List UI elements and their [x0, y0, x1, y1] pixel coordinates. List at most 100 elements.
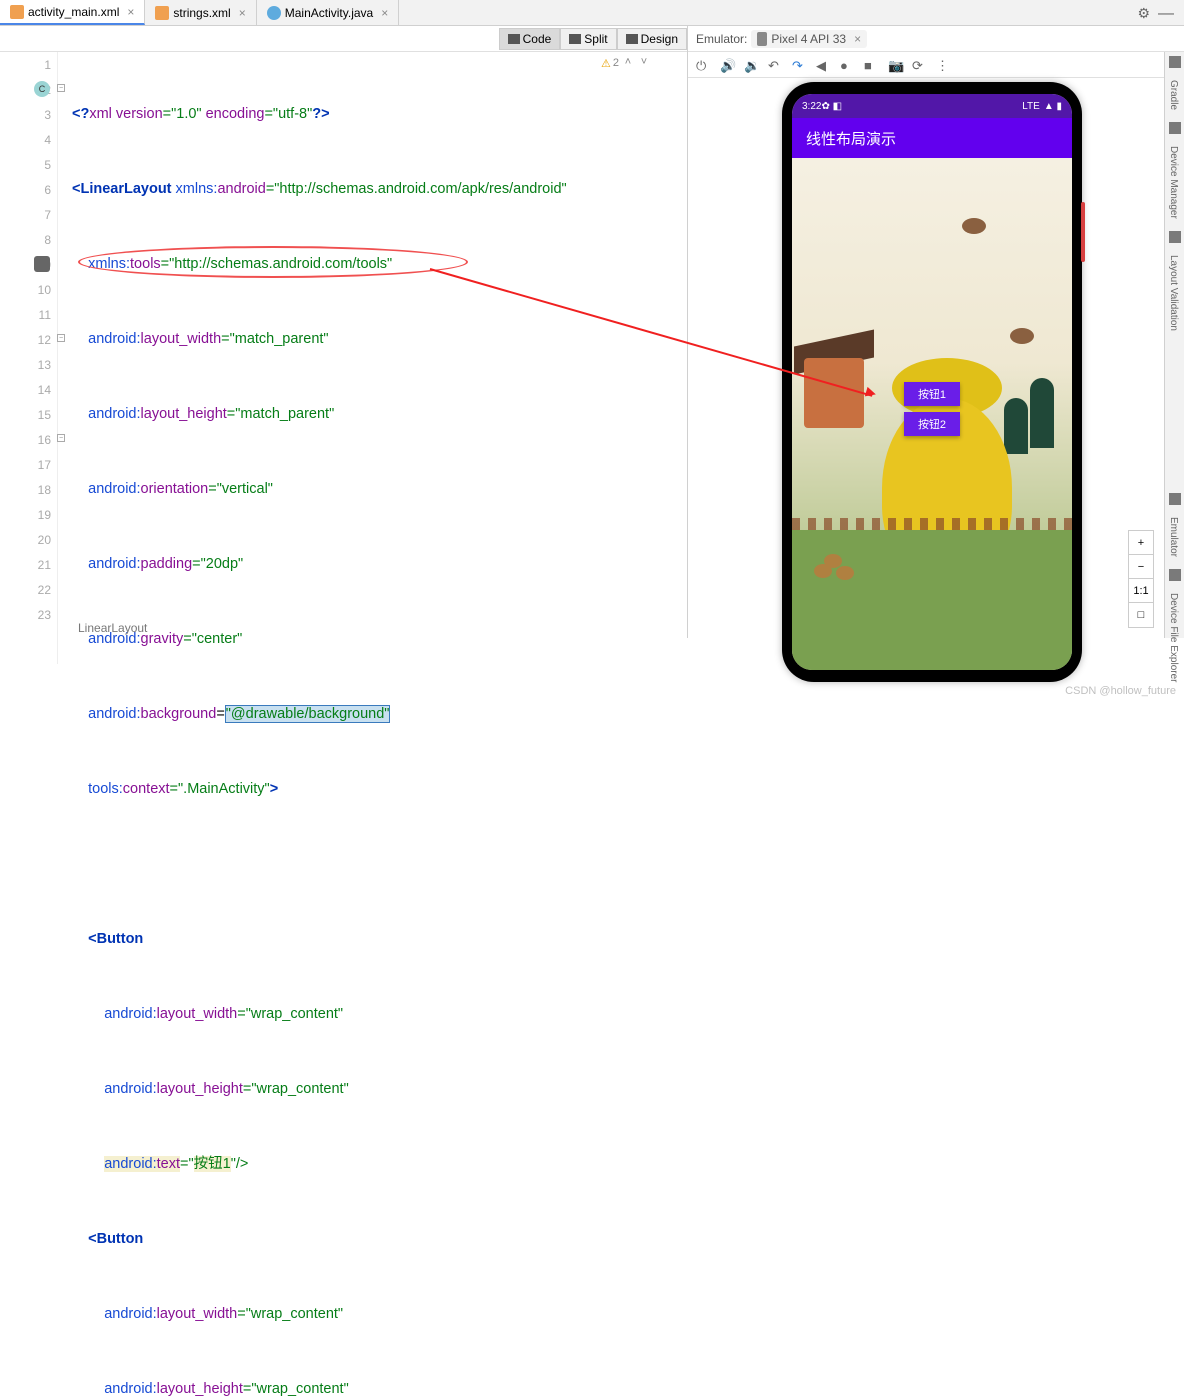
line-number: 2C− — [0, 77, 57, 102]
tab-mainactivity[interactable]: MainActivity.java × — [257, 0, 400, 25]
tab-label: MainActivity.java — [285, 6, 373, 20]
plant-decoration — [1004, 398, 1028, 454]
back-icon[interactable]: ◀ — [816, 58, 830, 72]
tab-strings[interactable]: strings.xml × — [145, 0, 256, 25]
close-icon[interactable]: × — [127, 5, 134, 19]
line-number: 3 — [0, 102, 57, 127]
device-file-explorer-tab[interactable]: Device File Explorer — [1165, 585, 1182, 690]
line-number: 11 — [0, 302, 57, 327]
layout-validation-icon — [1169, 231, 1181, 243]
line-number: 10 — [0, 277, 57, 302]
design-icon — [626, 34, 638, 44]
line-number: 7 — [0, 202, 57, 227]
file-tabs: activity_main.xml × strings.xml × MainAc… — [0, 0, 1184, 26]
camera-icon[interactable]: 📷 — [888, 58, 902, 72]
layout-validation-tab[interactable]: Layout Validation — [1165, 247, 1182, 339]
view-mode-bar: Code Split Design — [0, 26, 687, 52]
line-number: 4 — [0, 127, 57, 152]
volume-down-icon[interactable]: 🔉 — [744, 58, 758, 72]
ground-decoration — [792, 530, 1072, 670]
main-split: Code Split Design ⚠ 2 ˄ ˅ 1 2C− 3 4 5 6 … — [0, 26, 1184, 638]
line-number: 19 — [0, 502, 57, 527]
line-number: 17 — [0, 452, 57, 477]
line-number: 8 — [0, 227, 57, 252]
close-icon[interactable]: × — [381, 6, 388, 20]
line-number: 1 — [0, 52, 57, 77]
overview-icon[interactable]: ■ — [864, 58, 878, 72]
line-number: 23 — [0, 602, 57, 627]
app-bar: 线性布局演示 — [792, 118, 1072, 158]
close-icon[interactable]: × — [854, 32, 861, 46]
emulator-tab[interactable]: Emulator — [1165, 509, 1182, 565]
line-number: 12− — [0, 327, 57, 352]
watermark: CSDN @hollow_future — [1065, 685, 1176, 697]
device-manager-icon — [1169, 122, 1181, 134]
plant-decoration — [1030, 378, 1054, 448]
code-editor-pane: Code Split Design ⚠ 2 ˄ ˅ 1 2C− 3 4 5 6 … — [0, 26, 688, 638]
tab-activity-main[interactable]: activity_main.xml × — [0, 0, 145, 25]
line-number: 22 — [0, 577, 57, 602]
app-background: 按钮1 按钮2 — [792, 158, 1072, 670]
house-decoration — [804, 358, 864, 428]
gradle-tab[interactable]: Gradle — [1165, 72, 1182, 118]
more-icon[interactable]: ⋮ — [936, 58, 950, 72]
view-code-button[interactable]: Code — [499, 28, 561, 50]
line-number: 20 — [0, 527, 57, 552]
app-button-1[interactable]: 按钮1 — [904, 382, 960, 406]
device-explorer-icon — [1169, 569, 1181, 581]
line-number: 16− — [0, 427, 57, 452]
line-number: 21 — [0, 552, 57, 577]
gutter: 1 2C− 3 4 5 6 7 8 9 10 11 12− 13 14 15 1… — [0, 52, 58, 664]
line-number: 13 — [0, 352, 57, 377]
power-button-physical — [1081, 202, 1085, 262]
phone-icon — [757, 32, 767, 46]
home-icon[interactable]: ● — [840, 58, 854, 72]
refresh-icon[interactable]: ⟳ — [912, 58, 926, 72]
java-icon — [267, 6, 281, 20]
emulator-icon — [1169, 493, 1181, 505]
class-icon: C — [34, 81, 50, 97]
line-number: 9 — [0, 252, 57, 277]
breadcrumb[interactable]: LinearLayout — [72, 618, 153, 638]
xml-icon — [155, 6, 169, 20]
fold-icon[interactable]: − — [57, 334, 65, 342]
line-number: 5 — [0, 152, 57, 177]
zoom-in-button[interactable]: + — [1129, 531, 1153, 555]
annotation-ellipse — [78, 246, 468, 278]
gradle-icon — [1169, 56, 1181, 68]
fold-icon[interactable]: − — [57, 434, 65, 442]
volume-up-icon[interactable]: 🔊 — [720, 58, 734, 72]
zoom-actual-button[interactable]: 1:1 — [1129, 579, 1153, 603]
rotate-left-icon[interactable]: ↶ — [768, 58, 782, 72]
minimize-icon[interactable]: — — [1158, 5, 1174, 23]
phone-screen[interactable]: 3:22 ✿ ◧ LTE ▲ ▮ 线性布局演示 — [792, 94, 1072, 670]
view-split-button[interactable]: Split — [560, 28, 616, 50]
line-number: 18 — [0, 477, 57, 502]
zoom-fit-button[interactable]: □ — [1129, 603, 1153, 627]
device-manager-tab[interactable]: Device Manager — [1165, 138, 1182, 227]
close-icon[interactable]: × — [239, 6, 246, 20]
fold-icon[interactable]: − — [57, 84, 65, 92]
bird-decoration — [1010, 328, 1034, 344]
device-selector[interactable]: Pixel 4 API 33 × — [751, 30, 867, 48]
highlighted-attribute: "@drawable/background" — [225, 705, 391, 723]
view-design-button[interactable]: Design — [617, 28, 687, 50]
status-bar: 3:22 ✿ ◧ LTE ▲ ▮ — [792, 94, 1072, 118]
rotate-right-icon[interactable]: ↷ — [792, 58, 806, 72]
gear-icon[interactable]: ⚙ — [1137, 5, 1150, 22]
tab-label: activity_main.xml — [28, 5, 119, 19]
nut-decoration — [836, 566, 854, 580]
emulator-header: Emulator: Pixel 4 API 33 × — [688, 26, 1184, 52]
emulator-pane: Emulator: Pixel 4 API 33 × ⏻ 🔊 🔉 ↶ ↷ ◀ ●… — [688, 26, 1184, 638]
image-icon — [34, 256, 50, 272]
code-icon — [508, 34, 520, 44]
zoom-controls: + − 1:1 □ — [1128, 530, 1154, 628]
line-number: 14 — [0, 377, 57, 402]
power-icon[interactable]: ⏻ — [696, 58, 710, 72]
tab-label: strings.xml — [173, 6, 230, 20]
bird-decoration — [962, 218, 986, 234]
tool-window-tabs: Gradle Device Manager Layout Validation … — [1164, 52, 1184, 638]
zoom-out-button[interactable]: − — [1129, 555, 1153, 579]
nut-decoration — [824, 554, 842, 568]
app-button-2[interactable]: 按钮2 — [904, 412, 960, 436]
